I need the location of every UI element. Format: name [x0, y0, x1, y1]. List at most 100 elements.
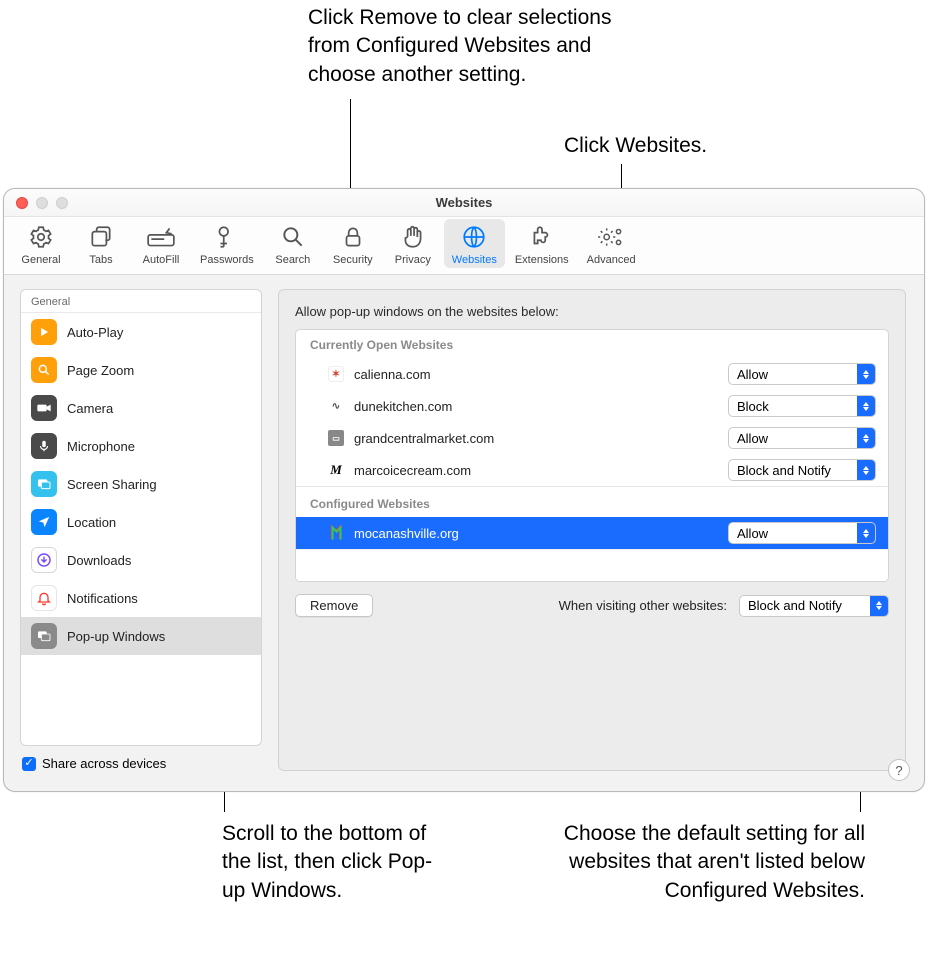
callout-popup: Scroll to the bottom of the list, then c…	[222, 820, 452, 905]
toolbar-label: Advanced	[587, 254, 636, 266]
puzzle-icon	[527, 223, 557, 251]
list-header-open: Currently Open Websites	[296, 330, 888, 358]
website-name: dunekitchen.com	[354, 399, 718, 414]
sidebar-item-label: Downloads	[67, 553, 131, 568]
zoom-icon	[31, 357, 57, 383]
preferences-toolbar: General Tabs AutoFill Passwords Search	[4, 217, 924, 275]
list-empty-space	[296, 549, 888, 581]
key-icon	[212, 223, 242, 251]
website-row[interactable]: ✶ calienna.com Allow	[296, 358, 888, 390]
list-header-configured: Configured Websites	[296, 486, 888, 517]
toolbar-label: Passwords	[200, 254, 254, 266]
sidebar-item-camera[interactable]: Camera	[21, 389, 261, 427]
chevron-updown-icon	[857, 396, 875, 416]
sidebar-item-label: Page Zoom	[67, 363, 134, 378]
toolbar-search[interactable]: Search	[264, 219, 322, 268]
toolbar-label: Websites	[452, 254, 497, 266]
toolbar-tabs[interactable]: Tabs	[72, 219, 130, 268]
toolbar-label: AutoFill	[143, 254, 180, 266]
camera-icon	[31, 395, 57, 421]
share-across-devices[interactable]: ✓ Share across devices	[20, 746, 262, 771]
preferences-window: Websites General Tabs AutoFill Password	[3, 188, 925, 792]
sidebar-header: General	[21, 290, 261, 313]
sidebar-item-label: Screen Sharing	[67, 477, 157, 492]
toolbar-advanced[interactable]: Advanced	[579, 219, 644, 268]
setting-select[interactable]: Block and Notify	[728, 459, 876, 481]
favicon-icon	[328, 525, 344, 541]
website-name: mocanashville.org	[354, 526, 718, 541]
default-setting-select[interactable]: Block and Notify	[739, 595, 889, 617]
website-name: marcoicecream.com	[354, 463, 718, 478]
microphone-icon	[31, 433, 57, 459]
sidebar-item-notifications[interactable]: Notifications	[21, 579, 261, 617]
bell-icon	[31, 585, 57, 611]
help-button[interactable]: ?	[888, 759, 910, 781]
sidebar-item-pagezoom[interactable]: Page Zoom	[21, 351, 261, 389]
toolbar-passwords[interactable]: Passwords	[192, 219, 262, 268]
search-icon	[278, 223, 308, 251]
sidebar-item-label: Pop-up Windows	[67, 629, 165, 644]
chevron-updown-icon	[857, 523, 875, 543]
callout-websites: Click Websites.	[564, 132, 707, 160]
website-row[interactable]: ▭ grandcentralmarket.com Allow	[296, 422, 888, 454]
lock-icon	[338, 223, 368, 251]
favicon-icon: ✶	[328, 366, 344, 382]
remove-button[interactable]: Remove	[295, 594, 373, 617]
setting-value: Allow	[729, 367, 857, 382]
callout-remove: Click Remove to clear selections from Co…	[308, 4, 648, 89]
checkbox-checked-icon[interactable]: ✓	[22, 757, 36, 771]
setting-select[interactable]: Allow	[728, 363, 876, 385]
sidebar-item-microphone[interactable]: Microphone	[21, 427, 261, 465]
website-list: Currently Open Websites ✶ calienna.com A…	[295, 329, 889, 582]
autofill-icon	[146, 223, 176, 251]
setting-select[interactable]: Allow	[728, 522, 876, 544]
sidebar-item-label: Microphone	[67, 439, 135, 454]
toolbar-security[interactable]: Security	[324, 219, 382, 268]
gears-icon	[596, 223, 626, 251]
popup-windows-icon	[31, 623, 57, 649]
setting-select[interactable]: Block	[728, 395, 876, 417]
toolbar-general[interactable]: General	[12, 219, 70, 268]
setting-select[interactable]: Allow	[728, 427, 876, 449]
sidebar-item-location[interactable]: Location	[21, 503, 261, 541]
sidebar-item-popup-windows[interactable]: Pop-up Windows	[21, 617, 261, 655]
toolbar-label: General	[21, 254, 60, 266]
toolbar-label: Extensions	[515, 254, 569, 266]
sidebar-item-autoplay[interactable]: Auto-Play	[21, 313, 261, 351]
main-caption: Allow pop-up windows on the websites bel…	[295, 304, 889, 319]
sidebar-item-label: Camera	[67, 401, 113, 416]
sidebar-item-label: Location	[67, 515, 116, 530]
share-label: Share across devices	[42, 756, 166, 771]
location-icon	[31, 509, 57, 535]
favicon-icon: M	[328, 462, 344, 478]
website-row[interactable]: ∿ dunekitchen.com Block	[296, 390, 888, 422]
titlebar: Websites	[4, 189, 924, 217]
website-row[interactable]: M marcoicecream.com Block and Notify	[296, 454, 888, 486]
setting-value: Allow	[729, 431, 857, 446]
hand-icon	[398, 223, 428, 251]
setting-value: Block and Notify	[729, 463, 857, 478]
favicon-icon: ▭	[328, 430, 344, 446]
toolbar-autofill[interactable]: AutoFill	[132, 219, 190, 268]
setting-value: Allow	[729, 526, 857, 541]
toolbar-extensions[interactable]: Extensions	[507, 219, 577, 268]
website-row-selected[interactable]: mocanashville.org Allow	[296, 517, 888, 549]
chevron-updown-icon	[857, 364, 875, 384]
toolbar-websites[interactable]: Websites	[444, 219, 505, 268]
default-setting-value: Block and Notify	[740, 598, 870, 613]
screenshare-icon	[31, 471, 57, 497]
sidebar-item-downloads[interactable]: Downloads	[21, 541, 261, 579]
tabs-icon	[86, 223, 116, 251]
download-icon	[31, 547, 57, 573]
toolbar-label: Security	[333, 254, 373, 266]
window-title: Websites	[4, 195, 924, 210]
play-icon	[31, 319, 57, 345]
main-panel: Allow pop-up windows on the websites bel…	[262, 279, 924, 779]
sidebar: General Auto-Play Page Zoom Camera Micro…	[4, 279, 262, 779]
sidebar-item-screensharing[interactable]: Screen Sharing	[21, 465, 261, 503]
default-label: When visiting other websites:	[385, 598, 727, 613]
website-name: calienna.com	[354, 367, 718, 382]
toolbar-privacy[interactable]: Privacy	[384, 219, 442, 268]
sidebar-item-label: Notifications	[67, 591, 138, 606]
favicon-icon: ∿	[328, 398, 344, 414]
